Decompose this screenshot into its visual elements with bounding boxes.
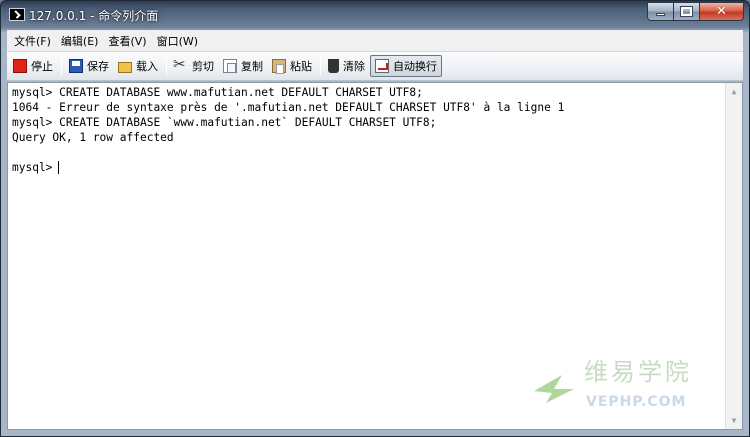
cut-button[interactable]: 剪切 [170, 55, 218, 77]
scroll-down-icon[interactable]: ▼ [726, 412, 742, 429]
save-icon [69, 59, 83, 73]
title-bar[interactable]: 127.0.0.1 - 命令列介面 ✕ [1, 1, 749, 30]
load-button[interactable]: 载入 [114, 55, 162, 77]
menu-edit[interactable]: 编辑(E) [56, 33, 104, 49]
close-button[interactable]: ✕ [700, 2, 744, 21]
save-button[interactable]: 保存 [65, 55, 113, 77]
minimize-button[interactable] [647, 2, 674, 21]
save-label: 保存 [87, 60, 109, 73]
vertical-scrollbar[interactable]: ▲ ▼ [725, 83, 742, 429]
console-line: Query OK, 1 row affected [12, 131, 174, 144]
maximize-icon [680, 6, 693, 17]
folder-icon [118, 61, 132, 73]
menu-view[interactable]: 查看(V) [103, 33, 151, 49]
menu-window[interactable]: 窗口(W) [152, 33, 203, 49]
copy-icon [223, 59, 237, 73]
stop-label: 停止 [31, 60, 53, 73]
console-line: mysql> CREATE DATABASE www.mafutian.net … [12, 86, 423, 99]
toolbar: 停止 保存 载入 剪切 复制 粘贴 清除 自动换 [7, 52, 743, 81]
console-output[interactable]: mysql> CREATE DATABASE www.mafutian.net … [7, 82, 743, 430]
scissors-icon [173, 55, 188, 73]
load-label: 载入 [136, 60, 158, 73]
scroll-up-icon[interactable]: ▲ [726, 83, 742, 100]
word-wrap-icon [375, 59, 389, 73]
console-prompt-line[interactable]: mysql> [12, 160, 738, 175]
paste-label: 粘贴 [290, 60, 312, 73]
minimize-icon [656, 13, 665, 16]
console-icon [9, 8, 25, 21]
stop-icon [13, 59, 27, 73]
toolbar-divider [61, 56, 62, 76]
copy-button[interactable]: 复制 [219, 55, 267, 77]
maximize-button[interactable] [674, 2, 700, 21]
trash-icon [328, 59, 339, 73]
text-cursor [58, 161, 60, 174]
menu-bar: 文件(F) 编辑(E) 查看(V) 窗口(W) [7, 30, 743, 52]
watermark: 维易学院 VEPHP.COM [532, 358, 722, 417]
console-line: mysql> CREATE DATABASE `www.mafutian.net… [12, 116, 437, 129]
clipboard-icon [272, 59, 286, 74]
menu-file[interactable]: 文件(F) [9, 33, 56, 49]
app-window: 127.0.0.1 - 命令列介面 ✕ 文件(F) 编辑(E) 查看(V) 窗口… [0, 0, 750, 437]
toolbar-divider [166, 56, 167, 76]
console-prompt: mysql> [12, 161, 53, 174]
word-wrap-label: 自动换行 [393, 60, 437, 73]
clear-label: 清除 [343, 60, 365, 73]
word-wrap-toggle[interactable]: 自动换行 [370, 55, 442, 77]
paste-button[interactable]: 粘贴 [268, 55, 316, 77]
window-controls: ✕ [647, 2, 744, 21]
window-title: 127.0.0.1 - 命令列介面 [29, 9, 159, 23]
copy-label: 复制 [241, 60, 263, 73]
leaf-logo-icon [534, 375, 574, 403]
stop-button[interactable]: 停止 [9, 55, 57, 77]
toolbar-divider [320, 56, 321, 76]
watermark-en: VEPHP.COM [586, 394, 687, 410]
cut-label: 剪切 [192, 60, 214, 73]
console-line: 1064 - Erreur de syntaxe près de '.mafut… [12, 101, 565, 114]
clear-button[interactable]: 清除 [324, 55, 369, 77]
watermark-cn: 维易学院 [584, 358, 692, 386]
close-icon: ✕ [716, 4, 727, 19]
